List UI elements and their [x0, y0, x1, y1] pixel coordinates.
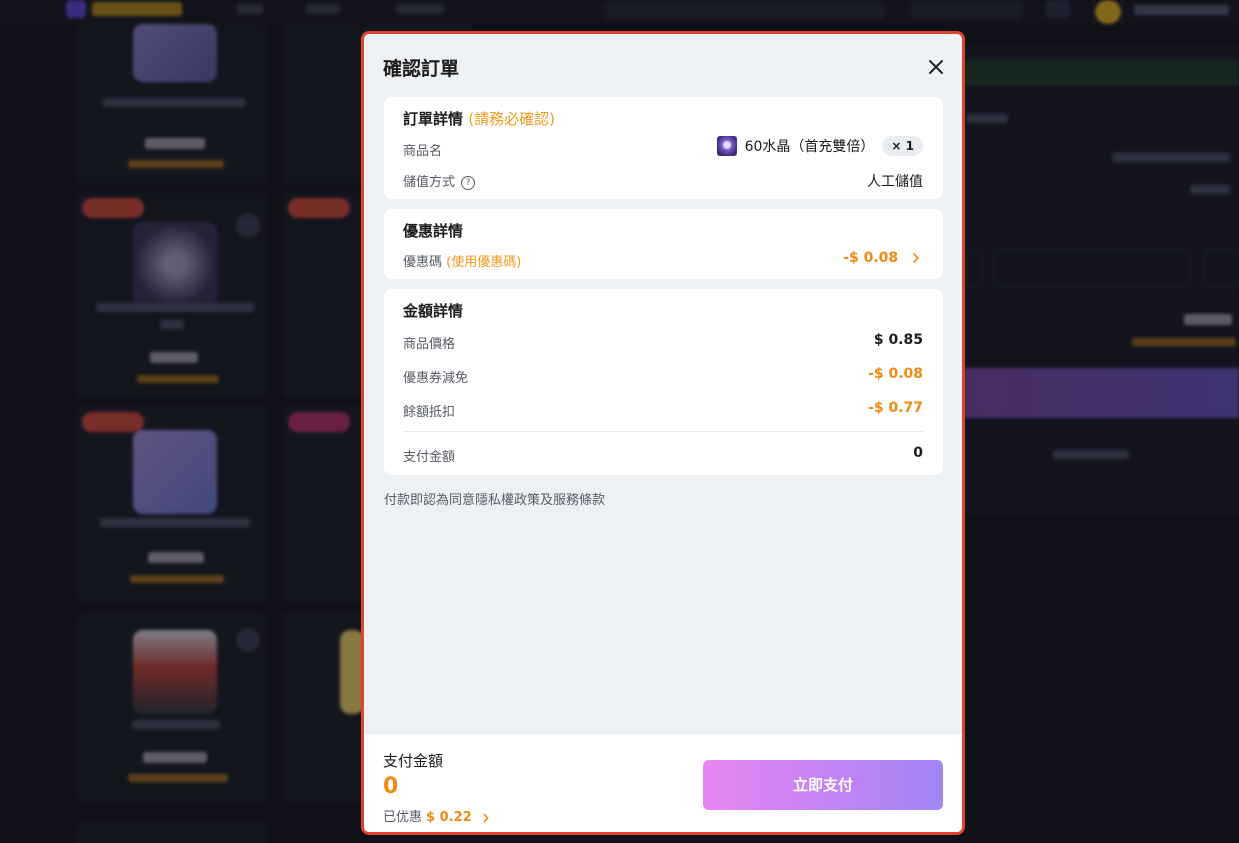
coupon-label: 優惠碼 (使用優惠碼) — [403, 251, 521, 270]
order-details-heading: 訂單詳情 — [403, 110, 464, 128]
coupon-selector[interactable]: -$ 0.08 — [843, 250, 923, 266]
product-thumbnail — [716, 136, 737, 156]
coupon-deduction-value: -$ 0.08 — [868, 366, 923, 382]
agreement-text: 付款即認為同意隱私權政策及服務條款 — [384, 493, 606, 508]
total-label: 支付金額 — [403, 450, 456, 465]
savings-label: 已优惠 — [383, 810, 423, 825]
help-icon[interactable]: ? — [461, 175, 476, 190]
quantity-badge: × 1 — [882, 136, 923, 156]
savings-amount: $ 0.22 — [426, 810, 472, 825]
chevron-right-icon — [483, 813, 489, 822]
balance-deduction-value: -$ 0.77 — [868, 400, 923, 416]
order-details-card: 訂單詳情 (請務必確認) 商品名 60水晶（首充雙倍） × 1 儲值方式? 人工儲… — [384, 97, 943, 199]
discount-details-card: 優惠詳情 優惠碼 (使用優惠碼) -$ 0.08 — [384, 209, 943, 279]
footer-pay-label: 支付金額 — [383, 752, 444, 770]
amount-row-label: 優惠券減免 — [403, 371, 469, 386]
payment-method-text: 儲值方式 — [403, 175, 456, 190]
product-price-value: $ 0.85 — [873, 332, 923, 348]
coupon-value: -$ 0.08 — [843, 250, 899, 266]
close-button[interactable] — [925, 56, 947, 78]
order-details-hint: (請務必確認) — [468, 110, 555, 128]
amount-details-card: 金額詳情 商品價格 $ 0.85 優惠券減免 -$ 0.08 餘額抵扣 -$ 0… — [384, 289, 943, 475]
product-label: 商品名 — [403, 144, 443, 159]
amount-row-label: 餘額抵扣 — [403, 405, 456, 420]
close-icon — [929, 60, 943, 74]
amount-details-title: 金額詳情 — [403, 302, 464, 320]
coupon-hint: (使用優惠碼) — [446, 255, 522, 270]
chevron-right-icon — [913, 253, 920, 263]
dialog-title: 確認訂單 — [383, 58, 460, 80]
footer-pay-amount: 0 — [383, 774, 399, 799]
payment-method-value: 人工儲值 — [867, 174, 923, 190]
product-name: 60水晶（首充雙倍） — [744, 139, 875, 155]
order-details-title: 訂單詳情 (請務必確認) — [403, 108, 555, 129]
total-value: 0 — [913, 445, 923, 461]
divider — [403, 431, 923, 432]
discount-details-title: 優惠詳情 — [403, 222, 464, 240]
pay-now-button[interactable]: 立即支付 — [703, 760, 943, 810]
amount-row-label: 商品價格 — [403, 337, 456, 352]
confirm-order-dialog: 確認訂單 訂單詳情 (請務必確認) 商品名 60水晶（首充雙倍） × 1 儲值方式… — [361, 31, 965, 835]
product-value: 60水晶（首充雙倍） × 1 — [716, 136, 923, 156]
dialog-footer: 支付金額 0 已优惠 $ 0.22 立即支付 — [364, 733, 962, 832]
savings-summary[interactable]: 已优惠 $ 0.22 — [383, 806, 492, 825]
coupon-label-text: 優惠碼 — [403, 255, 443, 270]
payment-method-label: 儲值方式? — [403, 171, 476, 190]
